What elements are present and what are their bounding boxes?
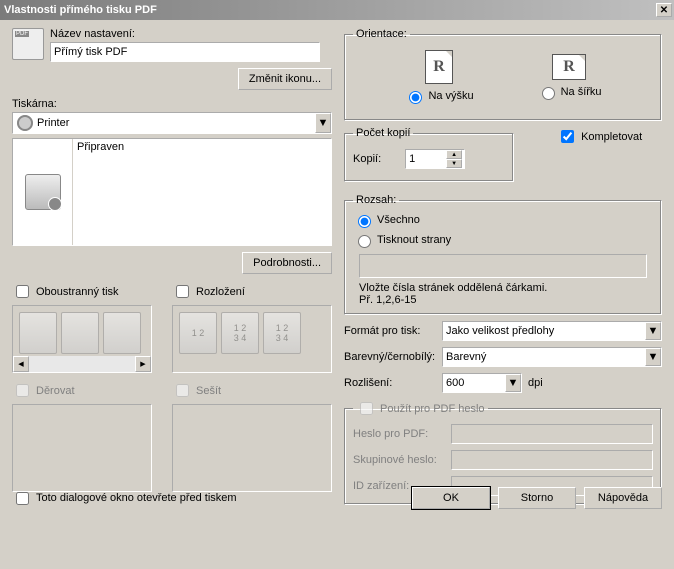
range-hint-2: Př. 1,2,6-15 xyxy=(359,294,653,306)
format-label: Formát pro tisk: xyxy=(344,325,442,337)
cancel-button[interactable]: Storno xyxy=(498,487,576,509)
resolution-select[interactable]: 600 ▼ xyxy=(442,373,522,393)
color-label: Barevný/černobílý: xyxy=(344,351,442,363)
range-legend: Rozsah: xyxy=(353,194,399,206)
range-group: Rozsah: Všechno Tisknout strany Vložte č… xyxy=(344,194,662,315)
printer-status-panel: Připraven xyxy=(12,138,332,246)
range-pages-input xyxy=(359,254,647,278)
close-icon: ✕ xyxy=(660,5,668,16)
staple-panel xyxy=(172,404,332,492)
range-hint-1: Vložte čísla stránek oddělená čárkami. xyxy=(359,282,653,294)
pdf-icon xyxy=(12,28,44,60)
open-before-print-checkbox[interactable]: Toto dialogové okno otevřete před tiskem xyxy=(12,489,237,508)
spinner-down-button[interactable]: ▼ xyxy=(446,159,462,168)
details-button[interactable]: Podrobnosti... xyxy=(242,252,332,274)
printer-label: Tiskárna: xyxy=(12,98,332,110)
layout-panel: 1 2 1 23 4 1 23 4 xyxy=(172,305,332,373)
footer: Toto dialogové okno otevřete před tiskem… xyxy=(12,487,662,509)
printer-select[interactable]: Printer ▼ xyxy=(12,112,332,134)
portrait-radio[interactable]: Na výšku xyxy=(404,88,473,104)
range-all-radio[interactable]: Všechno xyxy=(353,212,653,228)
scroll-right-button[interactable]: ▶ xyxy=(135,356,151,372)
window-title: Vlastnosti přímého tisku PDF xyxy=(4,4,656,16)
duplex-scrollbar[interactable]: ◀ ▶ xyxy=(13,356,151,372)
chevron-down-icon[interactable]: ▼ xyxy=(505,374,521,392)
duplex-checkbox[interactable]: Oboustranný tisk xyxy=(12,282,152,301)
settings-name-input[interactable] xyxy=(50,42,320,62)
copies-legend: Počet kopií xyxy=(353,127,413,139)
settings-name-label: Název nastavení: xyxy=(50,28,332,40)
spinner-up-button[interactable]: ▲ xyxy=(446,150,462,159)
close-button[interactable]: ✕ xyxy=(656,3,672,17)
duplex-panel: ◀ ▶ xyxy=(12,305,152,373)
punch-panel xyxy=(12,404,152,492)
format-select[interactable]: Jako velikost předlohy ▼ xyxy=(442,321,662,341)
copies-input[interactable] xyxy=(406,150,446,168)
pdf-password-input xyxy=(451,424,653,444)
printer-status-text: Připraven xyxy=(77,141,327,153)
range-pages-radio[interactable]: Tisknout strany xyxy=(353,232,653,248)
copies-label: Kopií: xyxy=(353,153,381,165)
help-button[interactable]: Nápověda xyxy=(584,487,662,509)
layout-option-icon[interactable]: 1 2 xyxy=(179,312,217,354)
change-icon-button[interactable]: Změnit ikonu... xyxy=(238,68,332,90)
staple-checkbox: Sešít xyxy=(172,381,332,400)
punch-checkbox: Děrovat xyxy=(12,381,152,400)
ok-button[interactable]: OK xyxy=(412,487,490,509)
pdf-password-label: Heslo pro PDF: xyxy=(353,428,451,440)
resolution-label: Rozlišení: xyxy=(344,377,442,389)
layout-option-icon[interactable]: 1 23 4 xyxy=(263,312,301,354)
resolution-unit: dpi xyxy=(528,377,543,389)
orientation-legend: Orientace: xyxy=(353,28,410,40)
printer-icon xyxy=(25,174,61,210)
duplex-option-icon[interactable] xyxy=(103,312,141,354)
copies-spinner[interactable]: ▲ ▼ xyxy=(405,149,465,169)
copies-group: Počet kopií Kopií: ▲ ▼ xyxy=(344,127,514,182)
chevron-down-icon[interactable]: ▼ xyxy=(315,113,331,133)
duplex-option-icon[interactable] xyxy=(19,312,57,354)
color-select[interactable]: Barevný ▼ xyxy=(442,347,662,367)
printer-combo-icon xyxy=(17,115,33,131)
chevron-down-icon[interactable]: ▼ xyxy=(645,348,661,366)
pdf-password-checkbox: Použít pro PDF heslo xyxy=(356,399,485,418)
orientation-group: Orientace: R Na výšku R Na šířku xyxy=(344,28,662,121)
scroll-left-button[interactable]: ◀ xyxy=(13,356,29,372)
layout-option-icon[interactable]: 1 23 4 xyxy=(221,312,259,354)
collate-checkbox[interactable]: Kompletovat xyxy=(557,127,642,146)
group-password-input xyxy=(451,450,653,470)
layout-checkbox[interactable]: Rozložení xyxy=(172,282,332,301)
landscape-radio[interactable]: Na šířku xyxy=(537,84,602,100)
titlebar: Vlastnosti přímého tisku PDF ✕ xyxy=(0,0,674,20)
duplex-option-icon[interactable] xyxy=(61,312,99,354)
chevron-down-icon[interactable]: ▼ xyxy=(645,322,661,340)
dialog-body: Název nastavení: Změnit ikonu... Tiskárn… xyxy=(0,20,674,519)
landscape-icon: R xyxy=(552,54,586,80)
portrait-icon: R xyxy=(425,50,453,84)
group-password-label: Skupinové heslo: xyxy=(353,454,451,466)
printer-combo-text: Printer xyxy=(37,117,315,129)
